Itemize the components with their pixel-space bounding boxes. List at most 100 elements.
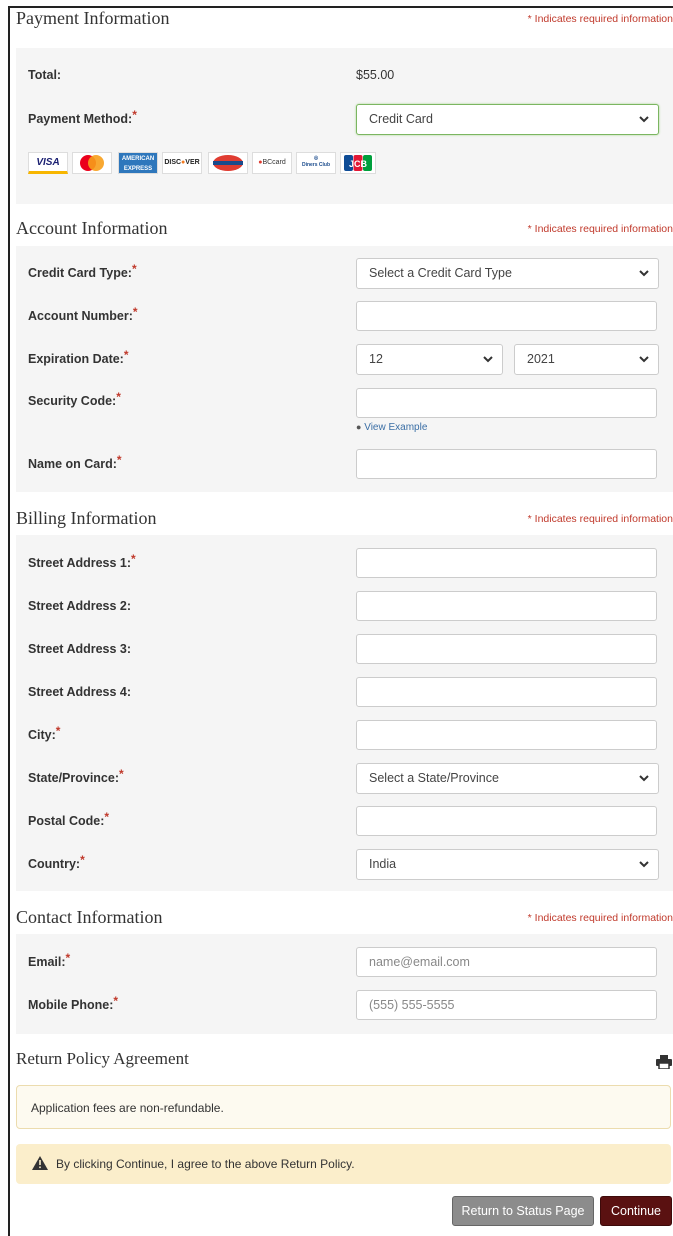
required-note: * Indicates required information bbox=[527, 912, 673, 924]
required-note: * Indicates required information bbox=[527, 513, 673, 525]
city-input[interactable] bbox=[356, 720, 657, 750]
country-value: India bbox=[369, 857, 397, 871]
state-row: State/Province:* Select a State/Province bbox=[16, 763, 673, 795]
account-number-row: Account Number:* bbox=[16, 301, 673, 333]
diners-logo-icon bbox=[208, 152, 248, 174]
city-label: City:* bbox=[28, 724, 61, 742]
policy-text: Application fees are non-refundable. bbox=[31, 1101, 224, 1115]
security-code-input[interactable] bbox=[356, 388, 657, 418]
account-number-input[interactable] bbox=[356, 301, 657, 331]
svg-text:JCB: JCB bbox=[349, 159, 368, 169]
payment-section-header: Payment Information * Indicates required… bbox=[16, 8, 673, 36]
account-section-title: Account Information bbox=[16, 218, 168, 238]
payment-panel: Total: $55.00 Payment Method:* Credit Ca… bbox=[16, 48, 673, 204]
country-label: Country:* bbox=[28, 853, 85, 871]
payment-method-value: Credit Card bbox=[369, 112, 433, 126]
jcb-logo-icon: JCB bbox=[340, 152, 376, 174]
postal-label: Postal Code:* bbox=[28, 810, 110, 828]
policy-warning-text: By clicking Continue, I agree to the abo… bbox=[56, 1157, 355, 1171]
expiration-label: Expiration Date:* bbox=[28, 348, 129, 366]
street2-row: Street Address 2: bbox=[16, 591, 673, 623]
exp-month-select[interactable]: 12 bbox=[356, 344, 503, 375]
street2-input[interactable] bbox=[356, 591, 657, 621]
chevron-down-icon bbox=[639, 775, 649, 782]
chevron-down-icon bbox=[483, 356, 493, 363]
chevron-down-icon bbox=[639, 861, 649, 868]
policy-warning-box: By clicking Continue, I agree to the abo… bbox=[16, 1144, 671, 1184]
expiration-row: Expiration Date:* 12 2021 bbox=[16, 344, 673, 376]
payment-method-select[interactable]: Credit Card bbox=[356, 104, 659, 135]
card-type-value: Select a Credit Card Type bbox=[369, 266, 512, 280]
billing-section-title: Billing Information bbox=[16, 508, 157, 528]
account-panel: Credit Card Type:* Select a Credit Card … bbox=[16, 246, 673, 492]
country-select[interactable]: India bbox=[356, 849, 659, 880]
street3-input[interactable] bbox=[356, 634, 657, 664]
name-on-card-input[interactable] bbox=[356, 449, 657, 479]
state-label: State/Province:* bbox=[28, 767, 124, 785]
state-value: Select a State/Province bbox=[369, 771, 499, 785]
eye-icon: ● bbox=[356, 422, 362, 432]
view-example-link[interactable]: ● View Example bbox=[356, 422, 427, 433]
postal-input[interactable] bbox=[356, 806, 657, 836]
street4-input[interactable] bbox=[356, 677, 657, 707]
policy-section-header: Return Policy Agreement bbox=[16, 1049, 673, 1077]
total-row: Total: $55.00 bbox=[16, 60, 673, 92]
exp-year-select[interactable]: 2021 bbox=[514, 344, 659, 375]
name-on-card-row: Name on Card:* bbox=[16, 449, 673, 481]
card-type-row: Credit Card Type:* Select a Credit Card … bbox=[16, 258, 673, 290]
visa-logo-icon: VISA bbox=[28, 152, 68, 174]
mobile-phone-input[interactable]: (555) 555-5555 bbox=[356, 990, 657, 1020]
continue-button[interactable]: Continue bbox=[600, 1196, 672, 1226]
street4-row: Street Address 4: bbox=[16, 677, 673, 709]
exp-month-value: 12 bbox=[369, 352, 383, 366]
street3-label: Street Address 3: bbox=[28, 642, 132, 656]
contact-panel: Email:* name@email.com Mobile Phone:* (5… bbox=[16, 934, 673, 1034]
billing-panel: Street Address 1:* Street Address 2: Str… bbox=[16, 535, 673, 891]
contact-section-header: Contact Information * Indicates required… bbox=[16, 907, 673, 935]
account-number-label: Account Number:* bbox=[28, 305, 138, 323]
street1-label: Street Address 1:* bbox=[28, 552, 136, 570]
chevron-down-icon bbox=[639, 356, 649, 363]
street4-label: Street Address 4: bbox=[28, 685, 132, 699]
discover-logo-icon: DISC●VER bbox=[162, 152, 202, 174]
contact-section-title: Contact Information bbox=[16, 907, 163, 927]
exp-year-value: 2021 bbox=[527, 352, 555, 366]
total-label: Total: bbox=[28, 68, 62, 82]
country-row: Country:* India bbox=[16, 849, 673, 881]
email-input[interactable]: name@email.com bbox=[356, 947, 657, 977]
bccard-logo-icon: ●BCcard bbox=[252, 152, 292, 174]
payment-section-title: Payment Information bbox=[16, 8, 170, 28]
payment-method-row: Payment Method:* Credit Card bbox=[16, 104, 673, 136]
payment-method-label: Payment Method:* bbox=[28, 108, 137, 126]
account-section-header: Account Information * Indicates required… bbox=[16, 218, 673, 246]
city-row: City:* bbox=[16, 720, 673, 752]
chevron-down-icon bbox=[639, 116, 649, 123]
mobile-phone-row: Mobile Phone:* (555) 555-5555 bbox=[16, 990, 673, 1022]
mobile-phone-label: Mobile Phone:* bbox=[28, 994, 119, 1012]
security-code-label: Security Code:* bbox=[28, 390, 121, 408]
warning-icon bbox=[32, 1156, 48, 1170]
street1-row: Street Address 1:* bbox=[16, 548, 673, 580]
policy-text-box: Application fees are non-refundable. bbox=[16, 1085, 671, 1129]
mastercard-logo-icon bbox=[72, 152, 112, 174]
email-label: Email:* bbox=[28, 951, 71, 969]
chevron-down-icon bbox=[639, 270, 649, 277]
return-to-status-button[interactable]: Return to Status Page bbox=[452, 1196, 594, 1226]
billing-section-header: Billing Information * Indicates required… bbox=[16, 508, 673, 536]
total-value: $55.00 bbox=[356, 68, 395, 82]
street3-row: Street Address 3: bbox=[16, 634, 673, 666]
postal-row: Postal Code:* bbox=[16, 806, 673, 838]
required-note: * Indicates required information bbox=[527, 223, 673, 235]
street1-input[interactable] bbox=[356, 548, 657, 578]
print-icon[interactable] bbox=[656, 1055, 672, 1069]
policy-section-title: Return Policy Agreement bbox=[16, 1049, 189, 1068]
diners-club-logo-icon: ◎ Diners Club bbox=[296, 152, 336, 174]
state-select[interactable]: Select a State/Province bbox=[356, 763, 659, 794]
amex-logo-icon: AMERICAN EXPRESS bbox=[118, 152, 158, 174]
security-code-row: Security Code:* bbox=[16, 388, 673, 420]
street2-label: Street Address 2: bbox=[28, 599, 132, 613]
email-row: Email:* name@email.com bbox=[16, 947, 673, 979]
name-on-card-label: Name on Card:* bbox=[28, 453, 122, 471]
card-type-label: Credit Card Type:* bbox=[28, 262, 137, 280]
card-type-select[interactable]: Select a Credit Card Type bbox=[356, 258, 659, 289]
